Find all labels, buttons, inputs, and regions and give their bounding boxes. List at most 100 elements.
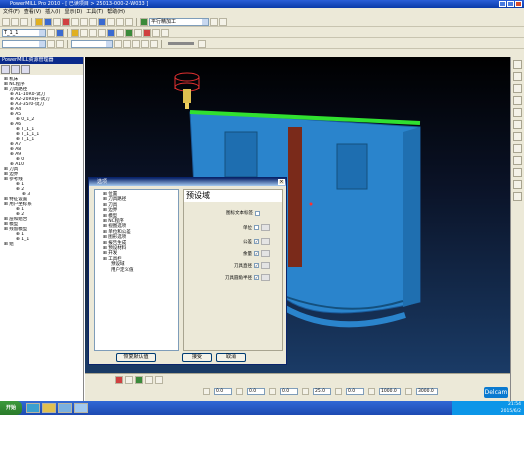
option-checkbox[interactable]: ✓ <box>254 239 259 244</box>
pan-icon[interactable] <box>134 28 142 37</box>
option-row[interactable]: 图标文本标签 <box>226 210 260 216</box>
html-tab-icon[interactable] <box>11 65 20 74</box>
tool-shade-icon[interactable] <box>56 28 64 37</box>
reset-defaults-button[interactable]: 恢复默认值 <box>116 353 156 362</box>
fit-icon[interactable] <box>152 28 160 37</box>
axis-icon[interactable] <box>115 376 123 384</box>
close-button[interactable] <box>515 1 522 7</box>
coord-field[interactable]: 0.0 <box>247 388 265 395</box>
taskbar-app-icon[interactable] <box>74 403 88 413</box>
verify-icon[interactable] <box>210 17 218 26</box>
play-back-icon[interactable] <box>123 39 131 48</box>
rapid-icon[interactable] <box>62 17 70 26</box>
view-light-icon[interactable] <box>513 180 522 189</box>
play-start-icon[interactable] <box>114 39 122 48</box>
shade-icon[interactable] <box>107 28 115 37</box>
rotate-icon[interactable] <box>143 28 151 37</box>
explorer-tab-icon[interactable] <box>1 65 10 74</box>
cancel-button[interactable]: 取消 <box>216 353 246 362</box>
option-checkbox[interactable]: ✓ <box>254 263 259 268</box>
coord-field[interactable]: 0.0 <box>214 388 232 395</box>
leads-icon[interactable] <box>71 17 79 26</box>
tool-select[interactable]: T_1_1 <box>2 28 46 37</box>
coord-field[interactable]: 1000.0 <box>379 388 401 395</box>
maximize-button[interactable] <box>507 1 514 7</box>
option-checkbox[interactable]: ✓ <box>254 251 259 256</box>
view-iso4-icon[interactable] <box>513 96 522 105</box>
minimize-button[interactable] <box>499 1 506 7</box>
menu-view[interactable]: 查看(V) <box>24 8 41 16</box>
view-tool-icon[interactable] <box>513 156 522 165</box>
new-icon[interactable] <box>2 17 10 26</box>
menu-help[interactable]: 帮助(H) <box>107 8 125 16</box>
open-icon[interactable] <box>11 17 19 26</box>
dialog-close-button[interactable]: × <box>278 179 285 185</box>
feedrate-icon[interactable] <box>53 17 61 26</box>
toolpath-strategy-icon[interactable] <box>98 17 106 26</box>
boundary-icon[interactable] <box>107 17 115 26</box>
coord-field[interactable]: 3000.0 <box>416 388 438 395</box>
view-shade-icon[interactable] <box>513 120 522 129</box>
explorer-item[interactable]: ⊞ 组 <box>4 242 83 247</box>
options-tree-item[interactable]: 用户定义值 <box>97 268 176 273</box>
option-row[interactable]: 刀具圆角半径 ✓ <box>225 274 270 281</box>
option-row[interactable]: 刀具直径 ✓ <box>234 262 270 269</box>
start-point-icon[interactable] <box>80 17 88 26</box>
path-select[interactable] <box>2 39 46 48</box>
tool-props-icon[interactable] <box>47 28 55 37</box>
zoom-icon[interactable] <box>125 28 133 37</box>
refresh-icon[interactable] <box>161 28 169 37</box>
save-icon[interactable] <box>20 17 28 26</box>
option-row[interactable]: 公差 ✓ <box>243 238 270 245</box>
taskbar-app-icon[interactable] <box>26 403 40 413</box>
strategy-select[interactable]: 平行精加工 <box>149 17 209 26</box>
view-path-icon[interactable] <box>513 168 522 177</box>
feature-icon[interactable] <box>125 17 133 26</box>
sim-select[interactable] <box>71 39 113 48</box>
simulate-icon[interactable] <box>219 17 227 26</box>
option-checkbox[interactable] <box>254 225 259 230</box>
calc-icon[interactable] <box>140 17 148 26</box>
view-iso3-icon[interactable] <box>513 84 522 93</box>
view-wire-icon[interactable] <box>513 132 522 141</box>
view-side-icon[interactable] <box>98 28 106 37</box>
play-forward-icon[interactable] <box>141 39 149 48</box>
tool-icon[interactable] <box>44 17 52 26</box>
coord-field[interactable]: 0.0 <box>346 388 364 395</box>
view-zoom-icon[interactable] <box>513 108 522 117</box>
end-point-icon[interactable] <box>89 17 97 26</box>
play-icon[interactable] <box>132 39 140 48</box>
view-top-icon[interactable] <box>80 28 88 37</box>
pattern-icon[interactable] <box>116 17 124 26</box>
view-block-icon[interactable] <box>513 144 522 153</box>
view-iso-icon[interactable] <box>71 28 79 37</box>
menu-file[interactable]: 文件(F) <box>3 8 20 16</box>
grid-icon[interactable] <box>125 376 133 384</box>
option-row[interactable]: 余量 ✓ <box>243 250 270 257</box>
taskbar-app-icon[interactable] <box>58 403 72 413</box>
play-end-icon[interactable] <box>150 39 158 48</box>
block-icon[interactable] <box>35 17 43 26</box>
view-iso2-icon[interactable] <box>513 72 522 81</box>
view-front-icon[interactable] <box>89 28 97 37</box>
help-tab-icon[interactable] <box>21 65 30 74</box>
menu-display[interactable]: 显示(D) <box>65 8 83 16</box>
speed-slider[interactable] <box>168 42 194 45</box>
coord-field[interactable]: 25.0 <box>313 388 331 395</box>
option-checkbox[interactable]: ✓ <box>254 275 259 280</box>
menu-insert[interactable]: 插入(I) <box>45 8 60 16</box>
wireframe-icon[interactable] <box>116 28 124 37</box>
menu-tools[interactable]: 工具(T) <box>86 8 103 16</box>
settings-icon[interactable] <box>56 39 64 48</box>
start-button[interactable]: 开始 <box>0 401 22 415</box>
option-checkbox[interactable] <box>255 210 260 216</box>
taskbar-app-icon[interactable] <box>42 403 56 413</box>
ruler-icon[interactable] <box>155 376 163 384</box>
measure-icon[interactable] <box>145 376 153 384</box>
view-refresh-icon[interactable] <box>513 192 522 201</box>
option-row[interactable]: 单位 <box>243 224 270 231</box>
view-iso1-icon[interactable] <box>513 60 522 69</box>
speed-icon[interactable] <box>198 39 206 48</box>
snap-icon[interactable] <box>135 376 143 384</box>
accept-button[interactable]: 接受 <box>182 353 212 362</box>
